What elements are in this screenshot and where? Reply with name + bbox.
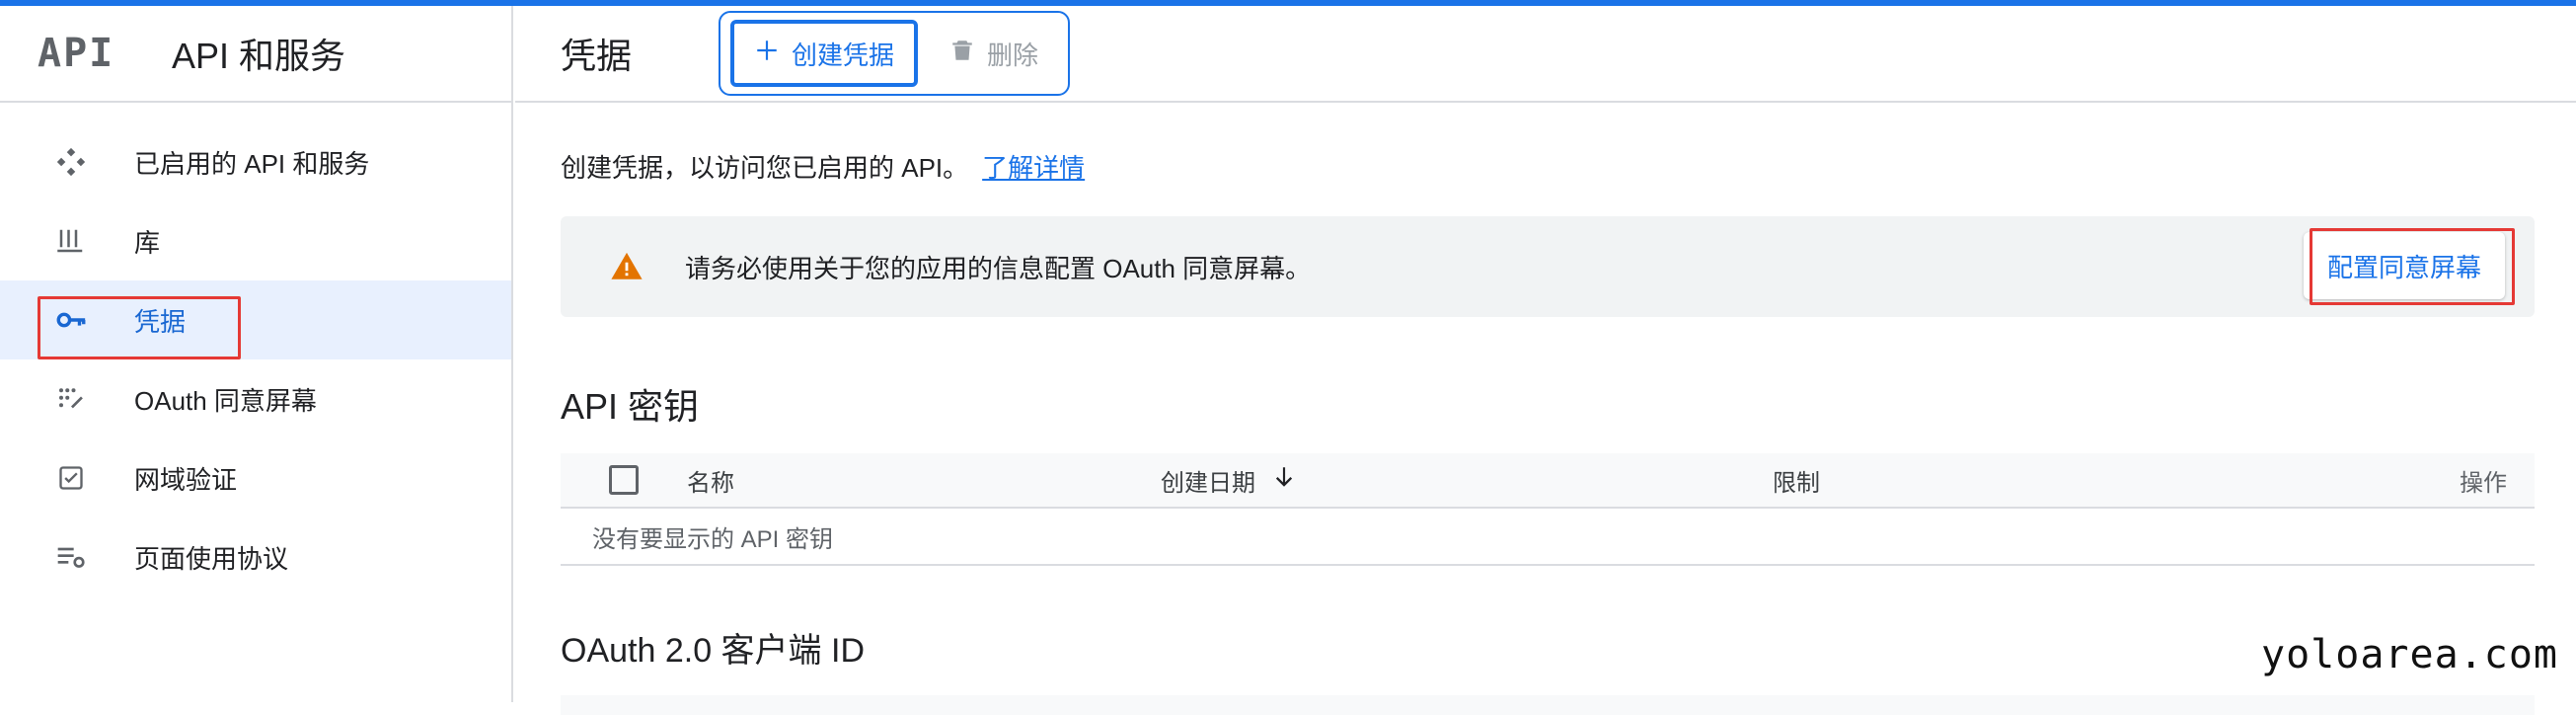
sidebar-item-enabled-apis[interactable]: 已启用的 API 和服务 <box>0 122 511 201</box>
action-bar: 创建凭据 删除 <box>719 11 1071 96</box>
consent-dots-icon <box>51 379 91 419</box>
create-credentials-button[interactable]: 创建凭据 <box>730 20 919 87</box>
main-content: 凭据 创建凭据 删除 创建凭据，以访问您已启用的 API。 了解详情 请务必使用… <box>515 6 2576 715</box>
sidebar-item-label: 已启用的 API 和服务 <box>134 148 370 179</box>
oauth-clients-table-header <box>561 695 2535 715</box>
column-restrictions: 限制 <box>1773 469 1820 497</box>
column-created-date[interactable]: 创建日期 <box>1161 463 1773 498</box>
oauth-clients-title: OAuth 2.0 客户端 ID <box>561 632 865 670</box>
oauth-warning-banner: 请务必使用关于您的应用的信息配置 OAuth 同意屏幕。 配置同意屏幕 <box>561 216 2535 317</box>
configure-consent-screen-button[interactable]: 配置同意屏幕 <box>2303 232 2505 299</box>
sidebar-item-domain-verification[interactable]: 网域验证 <box>0 438 511 517</box>
watermark-text: yoloarea.com <box>2261 632 2558 677</box>
library-icon <box>51 221 91 261</box>
key-icon <box>51 300 91 340</box>
intro-text: 创建凭据，以访问您已启用的 API。 <box>561 153 969 183</box>
sidebar-item-label: 页面使用协议 <box>134 543 289 574</box>
main-header: 凭据 创建凭据 删除 <box>515 6 2576 103</box>
checkbox-verify-icon <box>51 458 91 498</box>
delete-label: 删除 <box>987 40 1039 70</box>
empty-state-row: 没有要显示的 API 密钥 <box>561 509 2535 566</box>
column-created-date-label: 创建日期 <box>1161 469 1255 497</box>
sidebar-item-label: OAuth 同意屏幕 <box>134 385 317 416</box>
settings-list-icon <box>51 537 91 577</box>
api-services-icon <box>51 142 91 182</box>
sidebar-item-oauth-consent[interactable]: OAuth 同意屏幕 <box>0 359 511 438</box>
sidebar-item-library[interactable]: 库 <box>0 201 511 280</box>
content-area: 创建凭据，以访问您已启用的 API。 了解详情 请务必使用关于您的应用的信息配置 … <box>515 148 2576 715</box>
table-header: 名称 创建日期 限制 操作 <box>561 453 2535 509</box>
intro-paragraph: 创建凭据，以访问您已启用的 API。 了解详情 <box>561 148 2531 185</box>
sidebar: API API 和服务 已启用的 API 和服务 库 凭据 OAuth 同意屏幕… <box>0 6 513 702</box>
column-name[interactable]: 名称 <box>687 463 1161 498</box>
trash-icon <box>949 37 975 71</box>
plus-icon <box>754 38 780 70</box>
select-all-checkbox[interactable] <box>609 465 639 495</box>
sidebar-item-label: 库 <box>134 227 161 258</box>
warning-icon <box>610 250 644 283</box>
sidebar-item-credentials[interactable]: 凭据 <box>0 280 511 359</box>
sidebar-nav: 已启用的 API 和服务 库 凭据 OAuth 同意屏幕 网域验证 页面使用协议 <box>0 103 511 596</box>
api-keys-title: API 密钥 <box>561 386 700 427</box>
app-title: API 和服务 <box>172 36 346 76</box>
sidebar-header: API API 和服务 <box>0 6 511 103</box>
create-credentials-label: 创建凭据 <box>792 40 895 70</box>
select-all-cell <box>561 465 687 495</box>
page-title: 凭据 <box>561 36 633 76</box>
sidebar-item-page-usage[interactable]: 页面使用协议 <box>0 517 511 596</box>
api-logo: API <box>38 31 115 76</box>
arrow-down-icon <box>1271 463 1297 498</box>
banner-message: 请务必使用关于您的应用的信息配置 OAuth 同意屏幕。 <box>685 253 1312 283</box>
sidebar-item-label: 凭据 <box>134 306 187 337</box>
sidebar-item-label: 网域验证 <box>134 464 238 495</box>
column-actions: 操作 <box>2460 469 2507 497</box>
learn-more-link[interactable]: 了解详情 <box>982 153 1085 183</box>
delete-button[interactable]: 删除 <box>930 20 1058 87</box>
api-keys-table: 名称 创建日期 限制 操作 没有要显示的 API 密钥 <box>561 453 2535 566</box>
